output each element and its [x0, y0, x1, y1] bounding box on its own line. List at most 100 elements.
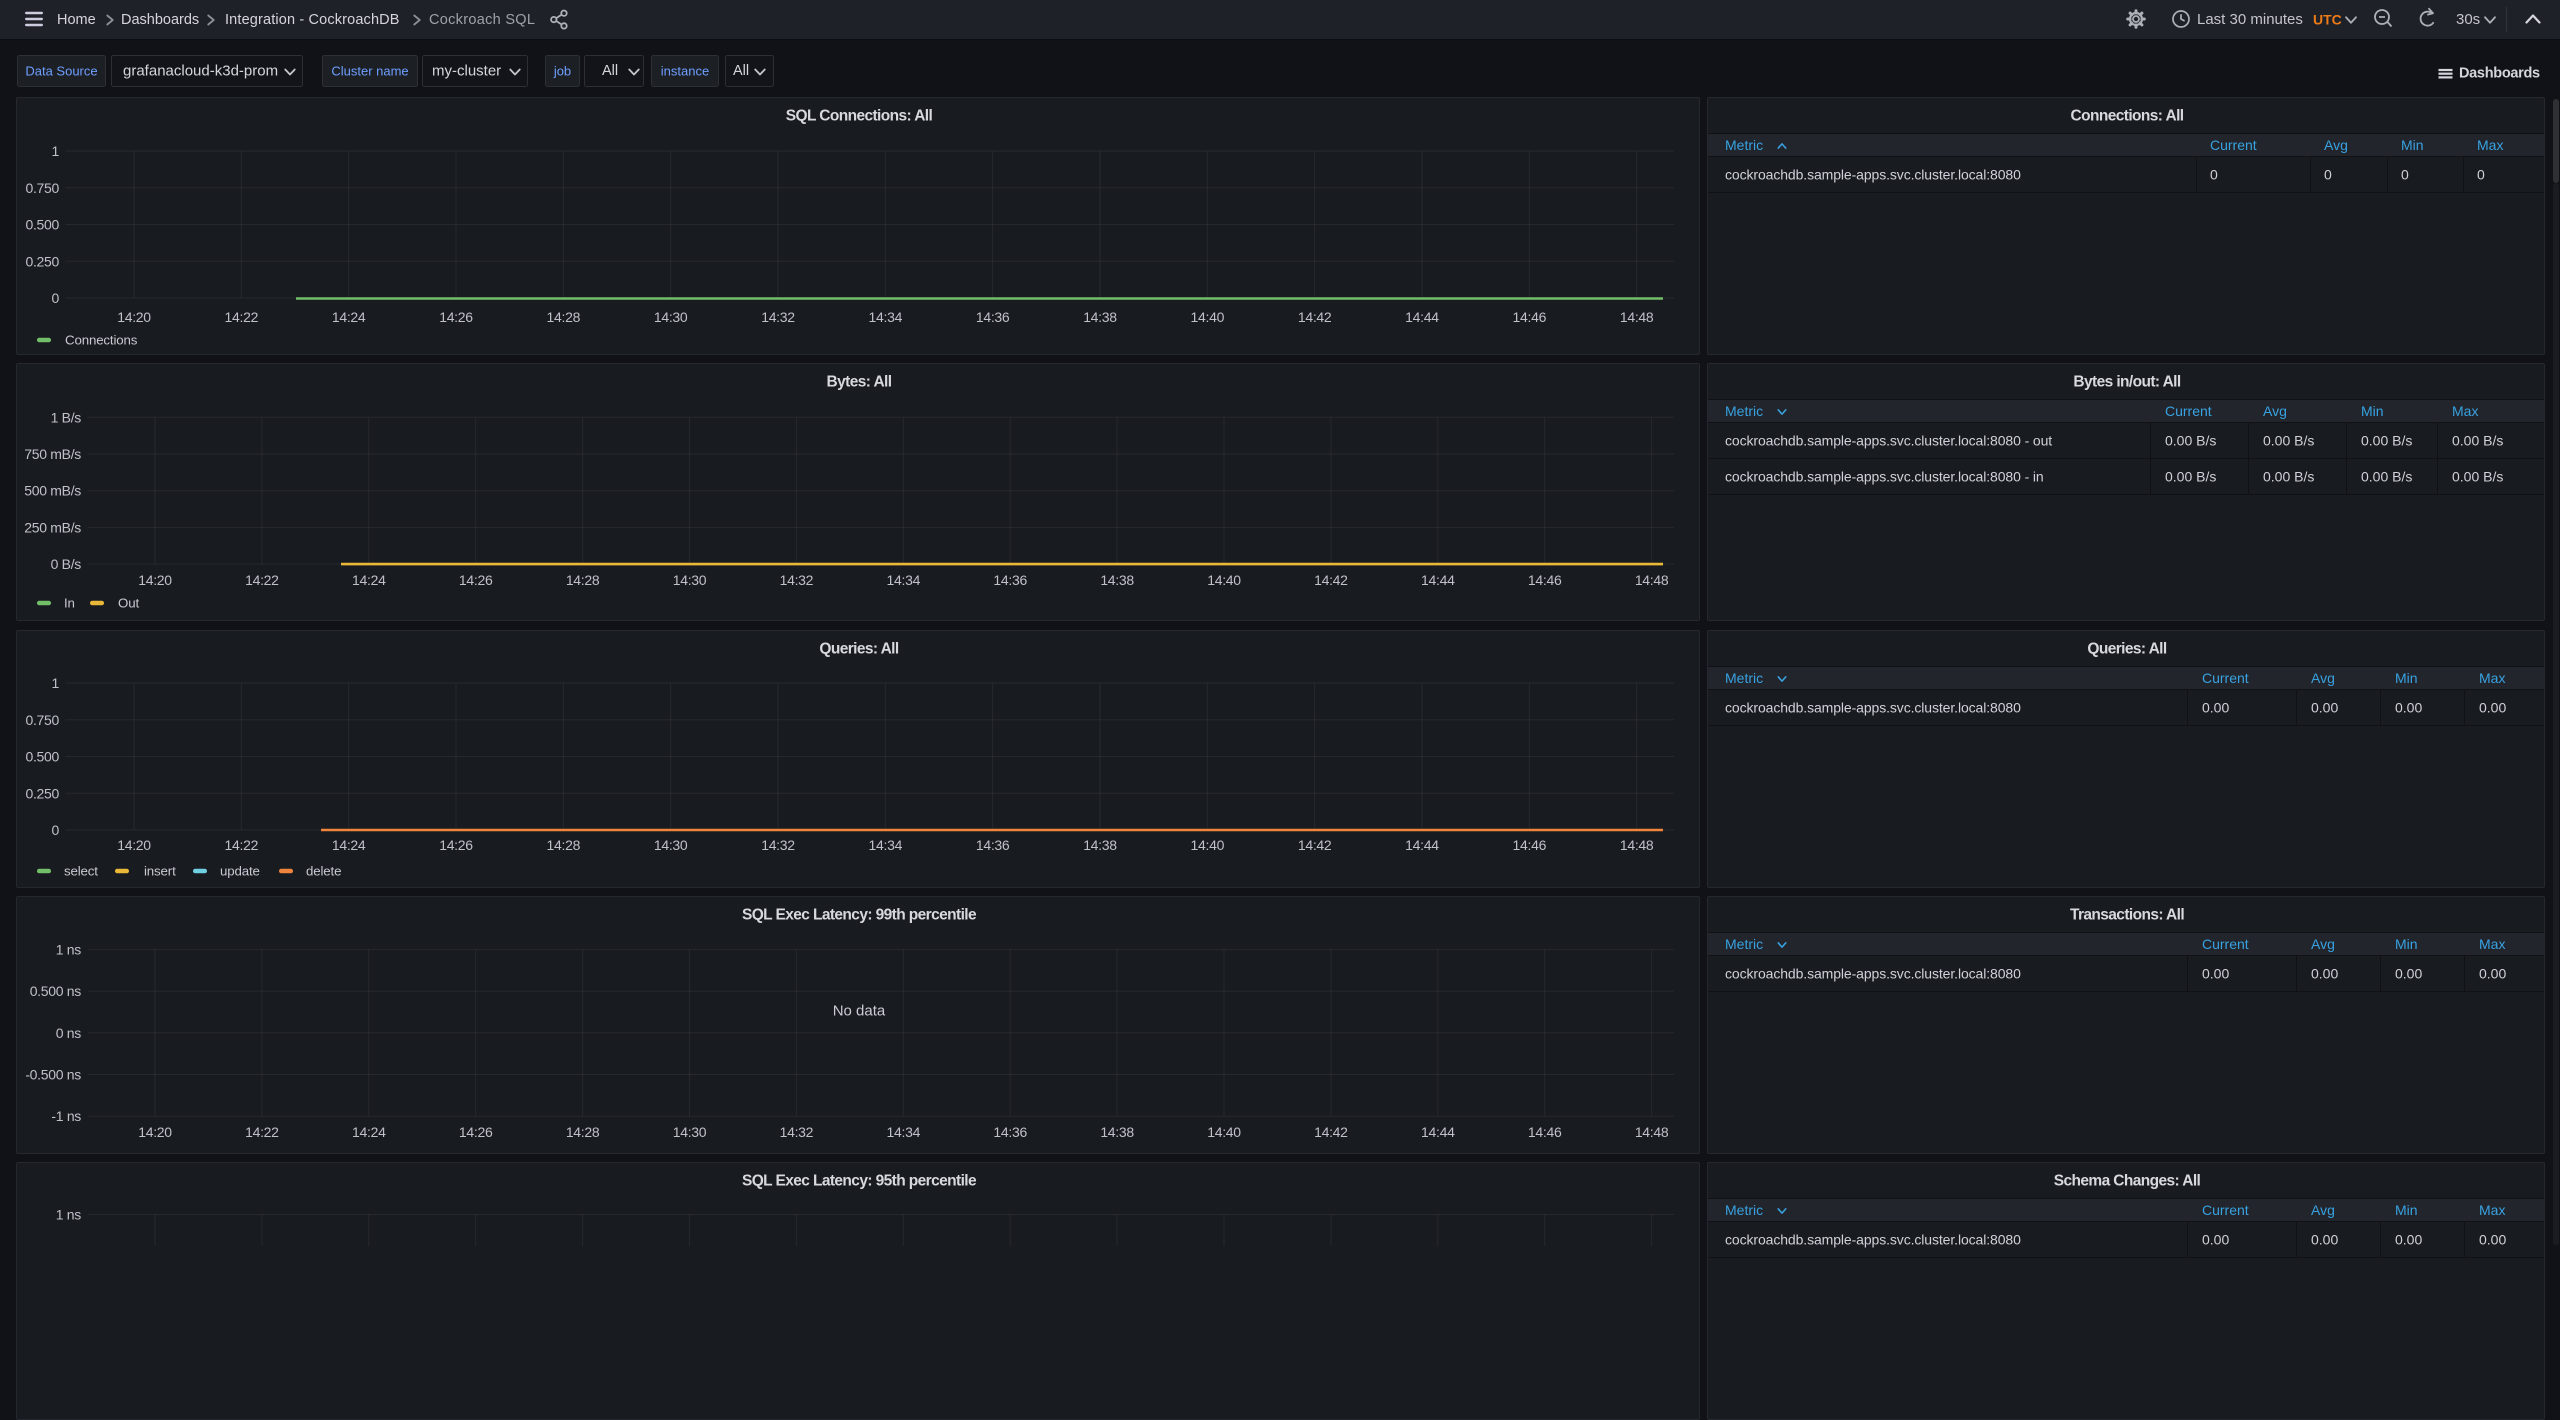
svg-text:14:30: 14:30: [654, 309, 688, 325]
svg-text:14:34: 14:34: [869, 837, 903, 853]
svg-text:0.00: 0.00: [2311, 966, 2338, 982]
svg-text:Max: Max: [2452, 403, 2478, 419]
svg-text:Min: Min: [2395, 936, 2418, 952]
svg-text:14:48: 14:48: [1635, 572, 1669, 588]
svg-text:14:22: 14:22: [245, 572, 279, 588]
svg-text:14:26: 14:26: [459, 1124, 493, 1140]
svg-text:All: All: [602, 63, 618, 79]
svg-text:cockroachdb.sample-apps.svc.cl: cockroachdb.sample-apps.svc.cluster.loca…: [1725, 1232, 2021, 1248]
svg-text:14:34: 14:34: [887, 1124, 921, 1140]
svg-text:0 B/s: 0 B/s: [51, 556, 82, 572]
svg-text:insert: insert: [144, 864, 176, 879]
svg-text:14:36: 14:36: [976, 837, 1010, 853]
svg-text:14:48: 14:48: [1620, 309, 1654, 325]
svg-text:Cluster name: Cluster name: [331, 64, 408, 79]
svg-text:14:24: 14:24: [352, 1124, 386, 1140]
svg-text:14:28: 14:28: [547, 309, 581, 325]
svg-text:Metric: Metric: [1725, 1202, 1763, 1218]
svg-text:0.00 B/s: 0.00 B/s: [2165, 469, 2216, 485]
svg-text:14:44: 14:44: [1421, 572, 1455, 588]
svg-text:update: update: [220, 864, 260, 879]
svg-text:14:22: 14:22: [225, 837, 259, 853]
svg-text:Max: Max: [2479, 670, 2505, 686]
svg-text:0.750: 0.750: [25, 712, 59, 728]
svg-text:0.00: 0.00: [2479, 700, 2506, 716]
svg-text:14:20: 14:20: [138, 572, 172, 588]
svg-text:grafanacloud-k3d-prom: grafanacloud-k3d-prom: [123, 63, 278, 80]
svg-text:14:20: 14:20: [117, 837, 151, 853]
svg-text:0.00 B/s: 0.00 B/s: [2452, 433, 2503, 449]
svg-text:14:26: 14:26: [459, 572, 493, 588]
svg-text:0.00: 0.00: [2202, 1232, 2229, 1248]
svg-text:14:24: 14:24: [352, 572, 386, 588]
svg-text:0.00: 0.00: [2202, 966, 2229, 982]
svg-text:14:38: 14:38: [1083, 837, 1117, 853]
svg-text:14:42: 14:42: [1298, 309, 1332, 325]
svg-text:-1 ns: -1 ns: [51, 1108, 81, 1124]
svg-text:Avg: Avg: [2324, 137, 2348, 153]
svg-text:14:24: 14:24: [332, 309, 366, 325]
svg-text:Max: Max: [2477, 137, 2503, 153]
svg-text:Min: Min: [2401, 137, 2424, 153]
svg-text:0.250: 0.250: [25, 785, 59, 801]
svg-text:Queries: All: Queries: All: [819, 641, 899, 658]
svg-text:Out: Out: [118, 596, 139, 611]
svg-text:14:30: 14:30: [673, 1124, 707, 1140]
svg-text:All: All: [733, 63, 749, 79]
svg-text:14:32: 14:32: [780, 572, 814, 588]
svg-text:cockroachdb.sample-apps.svc.cl: cockroachdb.sample-apps.svc.cluster.loca…: [1725, 700, 2021, 716]
svg-text:14:22: 14:22: [245, 1124, 279, 1140]
svg-text:Max: Max: [2479, 936, 2505, 952]
svg-text:0.00 B/s: 0.00 B/s: [2361, 433, 2412, 449]
svg-text:cockroachdb.sample-apps.svc.cl: cockroachdb.sample-apps.svc.cluster.loca…: [1725, 469, 2044, 485]
svg-text:14:22: 14:22: [225, 309, 259, 325]
svg-text:Min: Min: [2395, 670, 2418, 686]
svg-text:0.00 B/s: 0.00 B/s: [2263, 469, 2314, 485]
svg-text:14:44: 14:44: [1405, 837, 1439, 853]
svg-text:SQL Exec Latency: 95th percent: SQL Exec Latency: 95th percentile: [742, 1173, 977, 1190]
svg-text:Current: Current: [2165, 403, 2212, 419]
svg-text:14:32: 14:32: [780, 1124, 814, 1140]
svg-text:0.00: 0.00: [2479, 1232, 2506, 1248]
svg-text:Metric: Metric: [1725, 403, 1763, 419]
svg-text:In: In: [64, 596, 75, 611]
svg-text:14:44: 14:44: [1421, 1124, 1455, 1140]
svg-text:14:40: 14:40: [1191, 837, 1225, 853]
svg-text:0: 0: [52, 822, 60, 838]
svg-text:SQL Exec Latency: 99th percent: SQL Exec Latency: 99th percentile: [742, 907, 977, 924]
svg-text:Bytes: All: Bytes: All: [827, 374, 892, 391]
svg-text:cockroachdb.sample-apps.svc.cl: cockroachdb.sample-apps.svc.cluster.loca…: [1725, 966, 2021, 982]
svg-text:delete: delete: [306, 864, 341, 879]
svg-text:0.00 B/s: 0.00 B/s: [2165, 433, 2216, 449]
svg-text:1 ns: 1 ns: [56, 1207, 82, 1223]
svg-text:14:48: 14:48: [1635, 1124, 1669, 1140]
svg-text:0: 0: [2210, 167, 2218, 183]
svg-text:Dashboards: Dashboards: [2459, 66, 2540, 82]
svg-text:14:40: 14:40: [1207, 1124, 1241, 1140]
svg-text:0.750: 0.750: [25, 180, 59, 196]
svg-text:14:34: 14:34: [887, 572, 921, 588]
svg-text:instance: instance: [661, 64, 709, 79]
svg-text:0.00: 0.00: [2395, 1232, 2422, 1248]
svg-text:0.500: 0.500: [25, 217, 59, 233]
svg-text:14:30: 14:30: [654, 837, 688, 853]
svg-text:14:28: 14:28: [547, 837, 581, 853]
svg-text:14:42: 14:42: [1298, 837, 1332, 853]
svg-text:select: select: [64, 864, 98, 879]
svg-text:Max: Max: [2479, 1202, 2505, 1218]
svg-text:0 ns: 0 ns: [56, 1025, 82, 1041]
svg-text:1: 1: [52, 675, 60, 691]
svg-text:Current: Current: [2202, 670, 2249, 686]
svg-text:Bytes in/out: All: Bytes in/out: All: [2073, 374, 2180, 391]
svg-text:Min: Min: [2361, 403, 2384, 419]
svg-text:500 mB/s: 500 mB/s: [24, 483, 81, 499]
svg-text:Current: Current: [2210, 137, 2257, 153]
svg-text:14:26: 14:26: [439, 837, 473, 853]
svg-text:Connections: Connections: [65, 333, 138, 348]
svg-text:0: 0: [2477, 167, 2485, 183]
svg-text:Schema Changes: All: Schema Changes: All: [2054, 1173, 2201, 1190]
svg-text:1: 1: [52, 143, 60, 159]
svg-text:0: 0: [2401, 167, 2409, 183]
svg-text:14:42: 14:42: [1314, 1124, 1348, 1140]
svg-text:250 mB/s: 250 mB/s: [24, 519, 81, 535]
